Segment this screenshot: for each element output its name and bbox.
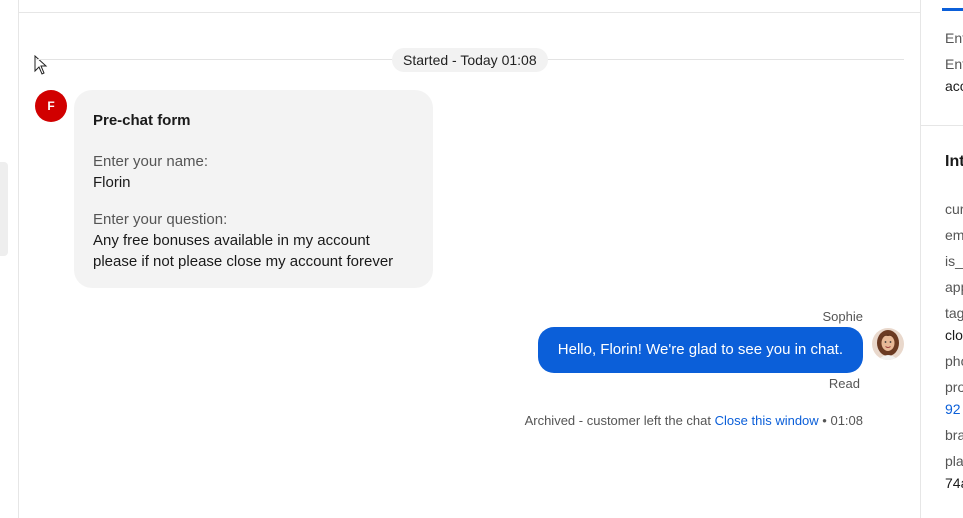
collapsed-panel-handle[interactable] [0, 162, 8, 256]
sidebar-row: clo [945, 327, 963, 343]
mouse-cursor-icon [34, 55, 48, 75]
sidebar-row: app [945, 279, 963, 295]
sidebar-row: pro [945, 379, 963, 395]
chat-started-label: Started - Today 01:08 [392, 48, 548, 72]
sidebar-row: bra [945, 427, 963, 443]
sidebar-row: Ent [945, 30, 963, 46]
sidebar-row: pla [945, 453, 963, 469]
details-sidebar: Ent Ent acc Int cur em is_v app tag clo … [920, 0, 963, 518]
sidebar-row: em [945, 227, 963, 243]
sidebar-section-title[interactable]: Int [945, 153, 963, 171]
name-value: Florin [93, 174, 131, 191]
agent-name: Sophie [822, 309, 863, 324]
sidebar-row: is_v [945, 253, 963, 269]
prechat-form-bubble: Pre-chat form Enter your name: Florin En… [74, 90, 433, 288]
name-label: Enter your name: [93, 153, 209, 170]
read-status: Read [828, 376, 860, 391]
agent-message-bubble[interactable]: Hello, Florin! We're glad to see you in … [537, 327, 863, 373]
question-value: Any free bonuses available in my account… [93, 232, 394, 270]
close-window-link[interactable]: Close this window [715, 413, 819, 428]
archived-notice: Archived - customer left the chat Close … [525, 413, 863, 428]
left-rail [0, 0, 19, 518]
customer-avatar[interactable]: F [35, 90, 67, 122]
archived-text: Archived - customer left the chat [524, 413, 711, 428]
active-tab-indicator [942, 8, 963, 11]
prechat-title: Pre-chat form [93, 112, 191, 129]
chat-transcript: Started - Today 01:08 F Pre-chat form En… [18, 13, 920, 518]
sidebar-row: pho [945, 353, 963, 369]
archived-time: • 01:08 [822, 413, 863, 428]
sidebar-row: tag [945, 305, 963, 321]
sidebar-link[interactable]: 92 [945, 401, 961, 417]
agent-avatar[interactable] [872, 328, 904, 360]
sidebar-separator [921, 125, 963, 126]
sidebar-row: cur [945, 201, 963, 217]
sidebar-row: acc [945, 78, 963, 94]
sidebar-row: Ent [945, 56, 963, 72]
question-label: Enter your question: [93, 211, 228, 228]
agent-photo-icon [872, 328, 904, 360]
sidebar-row: 74a [945, 475, 963, 491]
